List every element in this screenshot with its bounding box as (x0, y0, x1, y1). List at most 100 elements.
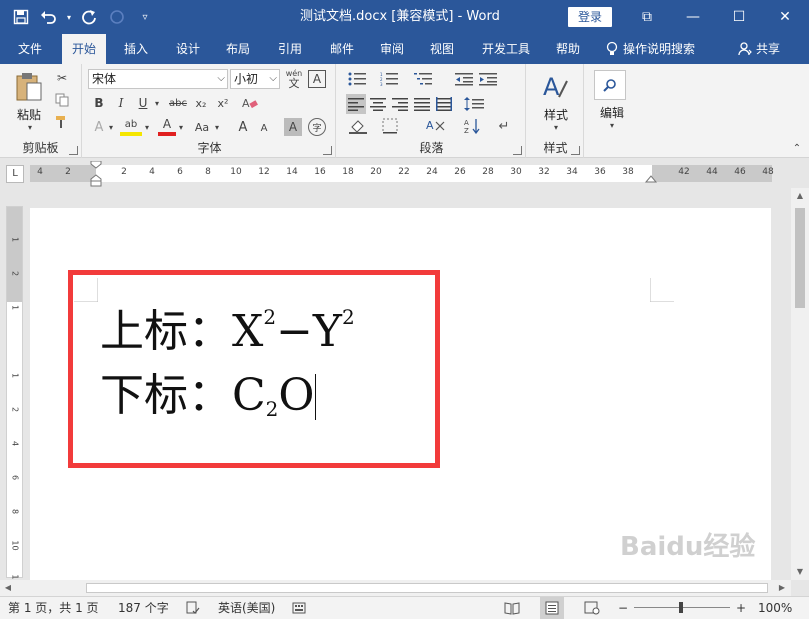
zoom-slider-thumb[interactable] (679, 602, 683, 613)
repeat-icon[interactable] (76, 4, 102, 30)
tab-design[interactable]: 设计 (166, 34, 210, 64)
decrease-indent-icon[interactable] (454, 70, 474, 88)
change-case-button[interactable]: Aa (190, 118, 214, 136)
macro-recording-icon[interactable] (292, 597, 306, 619)
shading-icon[interactable] (346, 116, 370, 136)
distributed-icon[interactable] (434, 94, 454, 114)
font-color-button[interactable]: A (158, 116, 176, 136)
document-page[interactable]: 上标：X2−Y2 下标：C2O (30, 208, 771, 580)
scroll-right-icon[interactable]: ▶ (774, 580, 790, 596)
tab-layout[interactable]: 布局 (216, 34, 260, 64)
character-shading-button[interactable]: A (284, 118, 302, 136)
read-mode-icon[interactable] (504, 597, 520, 619)
superscript-button[interactable]: x² (214, 94, 232, 112)
superscript-line[interactable]: 上标：X2−Y2 (100, 307, 355, 354)
save-icon[interactable] (8, 4, 34, 30)
tab-developer[interactable]: 开发工具 (472, 34, 540, 64)
tab-view[interactable]: 视图 (420, 34, 464, 64)
change-case-dropdown-icon[interactable]: ▾ (212, 118, 222, 136)
zoom-in-button[interactable]: + (736, 597, 746, 619)
clear-formatting-icon[interactable]: A (240, 94, 260, 112)
subscript-button[interactable]: x₂ (192, 94, 210, 112)
font-color-dropdown-icon[interactable]: ▾ (176, 118, 186, 136)
tab-insert[interactable]: 插入 (114, 34, 158, 64)
zoom-level[interactable]: 100% (758, 597, 792, 619)
vertical-ruler[interactable]: 121124681012 (6, 206, 23, 585)
italic-button[interactable]: I (112, 94, 130, 112)
editing-label[interactable]: 编辑 (586, 104, 638, 121)
subscript-line[interactable]: 下标：C2O (100, 374, 317, 420)
highlight-button[interactable]: ab (120, 116, 142, 136)
editing-dropdown-icon[interactable]: ▾ (604, 120, 620, 130)
tab-home[interactable]: 开始 (62, 34, 107, 64)
horizontal-ruler[interactable]: 4 2 2 4 6 8 10 12 14 16 18 20 22 24 26 28 30 32 34 36 38 42 44… (30, 161, 774, 187)
font-name-combo[interactable]: 宋体 ⌵ (88, 69, 228, 89)
grow-font-button[interactable]: A (234, 118, 252, 136)
tab-help[interactable]: 帮助 (546, 34, 590, 64)
phonetic-guide-icon[interactable]: wén 文 (284, 68, 304, 90)
tab-mailings[interactable]: 邮件 (320, 34, 364, 64)
ribbon-display-options-icon[interactable]: ⧉ (624, 0, 670, 34)
scroll-up-icon[interactable]: ▲ (791, 188, 809, 204)
paragraph-launcher-icon[interactable] (513, 146, 522, 155)
collapse-ribbon-icon[interactable]: ⌃ (790, 142, 804, 154)
styles-launcher-icon[interactable] (571, 146, 580, 155)
tab-review[interactable]: 审阅 (370, 34, 414, 64)
borders-icon[interactable] (378, 116, 402, 136)
bullets-icon[interactable] (346, 70, 370, 88)
page-count[interactable]: 第 1 页，共 1 页 (8, 597, 99, 619)
vertical-scroll-thumb[interactable] (795, 208, 805, 308)
share-button[interactable]: 共享 (738, 34, 780, 64)
minimize-button[interactable]: — (670, 0, 716, 34)
align-left-icon[interactable] (346, 94, 366, 114)
styles-dropdown-icon[interactable]: ▾ (548, 122, 564, 132)
line-spacing-icon[interactable] (462, 94, 486, 114)
scroll-down-icon[interactable]: ▼ (791, 564, 809, 580)
format-painter-icon[interactable] (54, 114, 70, 130)
tell-me-search[interactable]: 操作说明搜索 (606, 34, 695, 64)
web-layout-icon[interactable] (584, 597, 600, 619)
font-launcher-icon[interactable] (323, 146, 332, 155)
shrink-font-button[interactable]: A (256, 120, 272, 136)
paste-dropdown-icon[interactable]: ▾ (22, 122, 38, 132)
strikethrough-button[interactable]: abc (166, 94, 190, 112)
underline-dropdown-icon[interactable]: ▾ (152, 94, 162, 112)
vertical-scrollbar[interactable]: ▲ ▼ (791, 188, 809, 580)
cut-icon[interactable]: ✂ (54, 70, 70, 86)
underline-button[interactable]: U (134, 94, 152, 112)
font-size-combo[interactable]: 小初 ⌵ (230, 69, 280, 89)
enclose-characters-button[interactable]: 字 (308, 118, 326, 136)
character-border-icon[interactable]: A (308, 70, 326, 88)
tab-selector[interactable]: L (6, 165, 24, 183)
tab-references[interactable]: 引用 (268, 34, 312, 64)
bold-button[interactable]: B (90, 94, 108, 112)
language-indicator[interactable]: 英语(美国) (218, 597, 275, 619)
customize-qat-icon[interactable]: ▿ (132, 4, 158, 30)
font-name-dropdown-icon[interactable]: ⌵ (217, 70, 225, 88)
right-indent-marker-icon[interactable] (644, 174, 658, 184)
undo-dropdown-icon[interactable]: ▾ (64, 4, 74, 30)
search-icon[interactable] (594, 70, 626, 100)
login-button[interactable]: 登录 (568, 7, 612, 27)
horizontal-scrollbar[interactable]: ◀ ▶ (0, 580, 791, 596)
text-effects-dropdown-icon[interactable]: ▾ (106, 118, 116, 136)
sort-icon[interactable]: AZ (462, 116, 484, 136)
horizontal-scroll-thumb[interactable] (86, 583, 768, 593)
font-size-dropdown-icon[interactable]: ⌵ (269, 70, 277, 88)
increase-indent-icon[interactable] (478, 70, 498, 88)
paste-label[interactable]: 粘贴 (10, 106, 48, 123)
justify-icon[interactable] (412, 94, 432, 114)
styles-label[interactable]: 样式 (528, 106, 584, 123)
touch-mode-icon[interactable] (104, 4, 130, 30)
proofing-icon[interactable] (186, 597, 200, 619)
align-center-icon[interactable] (368, 94, 388, 114)
word-count[interactable]: 187 个字 (118, 597, 169, 619)
multilevel-list-icon[interactable] (412, 70, 436, 88)
copy-icon[interactable] (54, 92, 70, 108)
zoom-out-button[interactable]: − (618, 597, 628, 619)
chinese-layout-icon[interactable]: A (424, 116, 448, 136)
clipboard-launcher-icon[interactable] (69, 146, 78, 155)
show-formatting-marks-icon[interactable]: ↵ (494, 116, 514, 136)
highlight-dropdown-icon[interactable]: ▾ (142, 118, 152, 136)
tab-file[interactable]: 文件 (8, 34, 52, 64)
